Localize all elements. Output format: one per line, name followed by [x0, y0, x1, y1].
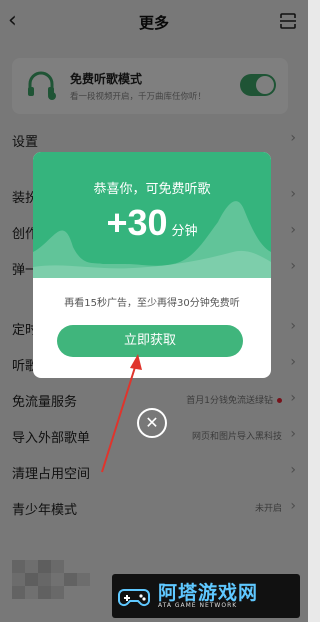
gamepad-icon [118, 589, 150, 607]
watermark-name: 阿塔游戏网 [158, 582, 259, 604]
close-icon[interactable]: ✕ [137, 408, 167, 438]
watermark-subtitle: ATA GAME NETWORK [158, 602, 238, 609]
watermark-logo: 阿塔游戏网 ATA GAME NETWORK [112, 574, 300, 618]
red-arrow-annotation [101, 354, 142, 473]
